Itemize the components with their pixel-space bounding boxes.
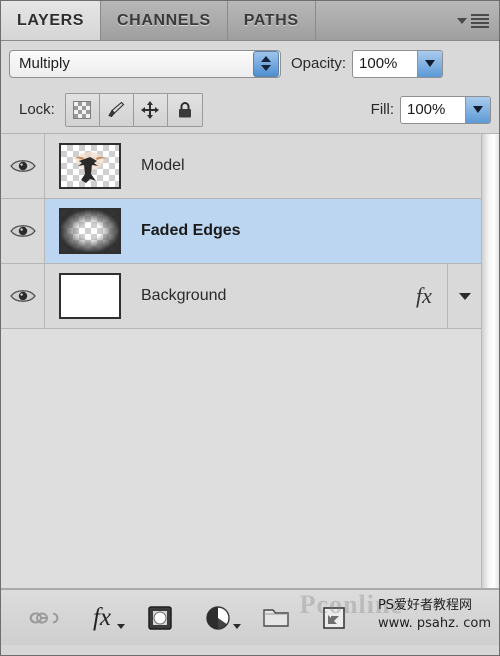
lock-label: Lock: (19, 101, 55, 118)
tab-layers[interactable]: LAYERS (1, 1, 102, 40)
checkerboard-icon (73, 100, 92, 119)
tab-layers-label: LAYERS (17, 11, 85, 29)
layer-effects-badge[interactable]: fx (401, 283, 447, 309)
watermark-line-2: www. psahz. com (377, 616, 491, 632)
layer-thumbnail (59, 273, 121, 319)
opacity-label: Opacity: (291, 55, 347, 72)
tab-bar-spacer (315, 1, 447, 40)
blend-opacity-row: Multiply Opacity: (1, 41, 499, 86)
chevron-down-icon (117, 623, 125, 629)
lock-image-pixels-button[interactable] (99, 93, 134, 126)
opacity-input[interactable] (353, 50, 418, 77)
layers-scrollbar[interactable] (481, 134, 499, 588)
table-row[interactable]: Background fx (1, 264, 481, 329)
chevron-down-icon (233, 623, 241, 629)
layers-list: Model Faded Edges Background fx (1, 134, 499, 589)
tab-channels-label: CHANNELS (117, 11, 211, 29)
table-row[interactable]: Model (1, 134, 481, 199)
blend-mode-stepper[interactable] (253, 50, 279, 77)
fill-input[interactable] (401, 96, 465, 123)
eye-icon (9, 225, 36, 237)
chevron-down-icon (473, 106, 483, 113)
opacity-dropdown-button[interactable] (417, 50, 443, 77)
new-group-button[interactable] (261, 603, 291, 633)
watermark: PS爱好者教程网 www. psahz. com (378, 596, 491, 633)
adjustment-icon (206, 605, 230, 630)
watermark-line-1: PS爱好者教程网 (377, 598, 473, 613)
watermark-ghost: Pconline (299, 590, 403, 619)
layer-thumbnail-cell[interactable] (45, 143, 135, 189)
tab-channels[interactable]: CHANNELS (101, 1, 228, 40)
blend-mode-select[interactable]: Multiply (9, 49, 281, 78)
layer-style-button[interactable]: fx (87, 603, 125, 633)
chevron-down-icon (457, 17, 467, 24)
layer-effects-expand-toggle[interactable] (447, 264, 481, 328)
move-icon (141, 100, 160, 119)
photoshop-layers-panel: LAYERS CHANNELS PATHS Multiply Opacity: (0, 0, 500, 656)
link-layers-button[interactable] (29, 603, 59, 633)
panel-tab-bar: LAYERS CHANNELS PATHS (1, 1, 499, 41)
mask-icon (148, 605, 172, 630)
layers-bottom-toolbar: fx Pconline PS爱好者教程网 www. psahz. com (1, 589, 499, 645)
new-layer-icon (323, 606, 345, 629)
new-adjustment-layer-button[interactable] (203, 603, 241, 633)
folder-icon (263, 608, 289, 627)
layer-thumbnail-cell[interactable] (45, 273, 135, 319)
eye-icon (9, 160, 36, 172)
lock-icon (178, 101, 191, 117)
fill-dropdown-button[interactable] (465, 96, 490, 123)
new-layer-button[interactable] (319, 603, 349, 633)
hamburger-icon (471, 13, 489, 28)
layer-visibility-toggle[interactable] (1, 134, 45, 198)
link-icon (29, 611, 59, 624)
vignette-overlay (61, 210, 119, 252)
layer-name: Background (141, 287, 227, 304)
fx-icon: fx (92, 603, 112, 631)
layer-thumbnail (59, 208, 121, 254)
layer-thumbnail-cell[interactable] (45, 208, 135, 254)
fill-label: Fill: (370, 101, 394, 118)
lock-button-group (64, 92, 203, 127)
panel-menu-button[interactable] (447, 1, 499, 40)
fill-field[interactable] (400, 95, 491, 124)
layer-name: Model (141, 157, 185, 174)
brush-icon (108, 101, 125, 117)
lock-fill-row: Lock: Fill: 100% (1, 86, 499, 134)
layer-name: Faded Edges (141, 222, 241, 239)
layer-visibility-toggle[interactable] (1, 199, 45, 263)
layers-scroll-viewport: Model Faded Edges Background fx (1, 134, 481, 588)
artwork-figure-icon (74, 152, 106, 183)
tab-paths[interactable]: PATHS (227, 1, 316, 40)
add-layer-mask-button[interactable] (145, 603, 175, 633)
chevron-down-icon (458, 292, 471, 300)
eye-icon (9, 290, 36, 302)
opacity-field[interactable] (352, 49, 444, 78)
lock-position-button[interactable] (133, 93, 168, 126)
lock-all-button[interactable] (167, 93, 202, 126)
layer-thumbnail (59, 143, 121, 189)
fx-icon: fx (416, 283, 432, 308)
layers-empty-area (1, 329, 481, 588)
lock-transparent-pixels-button[interactable] (65, 93, 100, 126)
blend-mode-value: Multiply (19, 55, 70, 72)
layer-visibility-toggle[interactable] (1, 264, 45, 328)
chevron-down-icon (425, 60, 436, 67)
tab-paths-label: PATHS (243, 11, 299, 29)
table-row[interactable]: Faded Edges (1, 199, 481, 264)
